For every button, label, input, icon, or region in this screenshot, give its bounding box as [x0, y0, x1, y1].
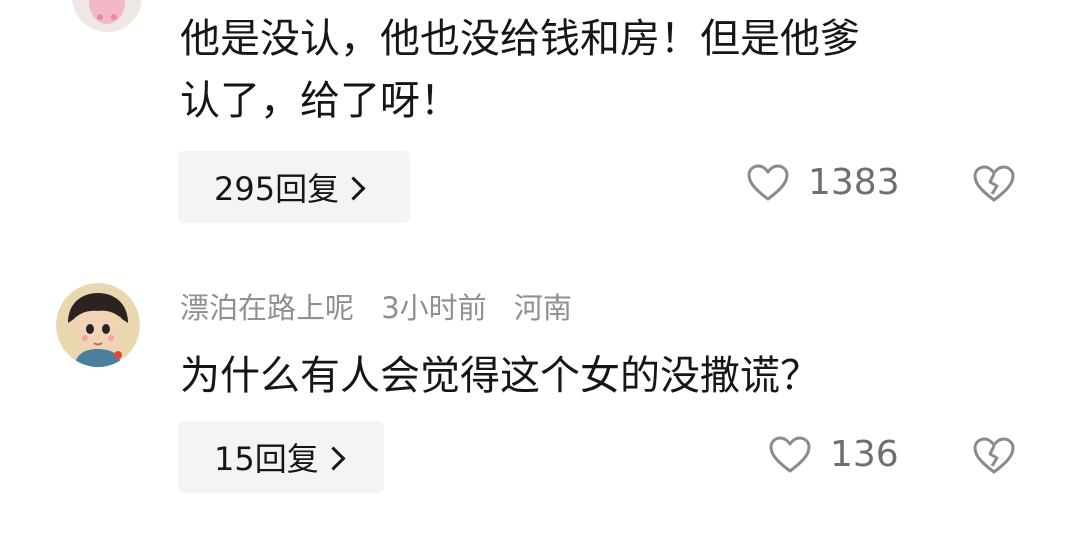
- reply-count-label: 295回复: [214, 170, 340, 208]
- comment-text: 为什么有人会觉得这个女的没撒谎？: [180, 345, 820, 407]
- chevron-right-icon: [341, 175, 366, 201]
- dislike-button[interactable]: [972, 164, 1016, 208]
- like-count: 1383: [808, 162, 900, 203]
- heart-outline-icon: [747, 164, 789, 200]
- comment-time: 3小时前: [381, 291, 487, 325]
- username[interactable]: 漂泊在路上呢: [180, 291, 354, 325]
- view-replies-button[interactable]: 295回复: [178, 151, 410, 223]
- comment-meta: 漂泊在路上呢 3小时前 河南: [180, 289, 590, 327]
- reply-count-label: 15回复: [214, 440, 319, 478]
- like-button[interactable]: 136: [768, 434, 899, 475]
- like-count: 136: [830, 434, 899, 475]
- view-replies-button[interactable]: 15回复: [178, 421, 384, 493]
- comment-text: 他是没认，他也没给钱和房！但是他爹 认了，给了呀！: [180, 8, 860, 132]
- comment-text-line: 认了，给了呀！: [180, 78, 460, 124]
- comment-list: 他是没认，他也没给钱和房！但是他爹 认了，给了呀！ 295回复 1383 漂泊在…: [0, 0, 1080, 544]
- like-button[interactable]: 1383: [746, 162, 900, 203]
- avatar[interactable]: [72, 0, 142, 32]
- comment-location: 河南: [513, 291, 572, 325]
- dislike-button[interactable]: [972, 436, 1016, 480]
- avatar[interactable]: [56, 283, 140, 367]
- heart-outline-icon: [769, 436, 811, 472]
- broken-heart-icon: [973, 437, 1015, 474]
- comment-text-line: 为什么有人会觉得这个女的没撒谎？: [180, 353, 820, 399]
- chevron-right-icon: [321, 445, 346, 471]
- broken-heart-icon: [973, 165, 1015, 202]
- comment-text-line: 他是没认，他也没给钱和房！但是他爹: [180, 16, 860, 62]
